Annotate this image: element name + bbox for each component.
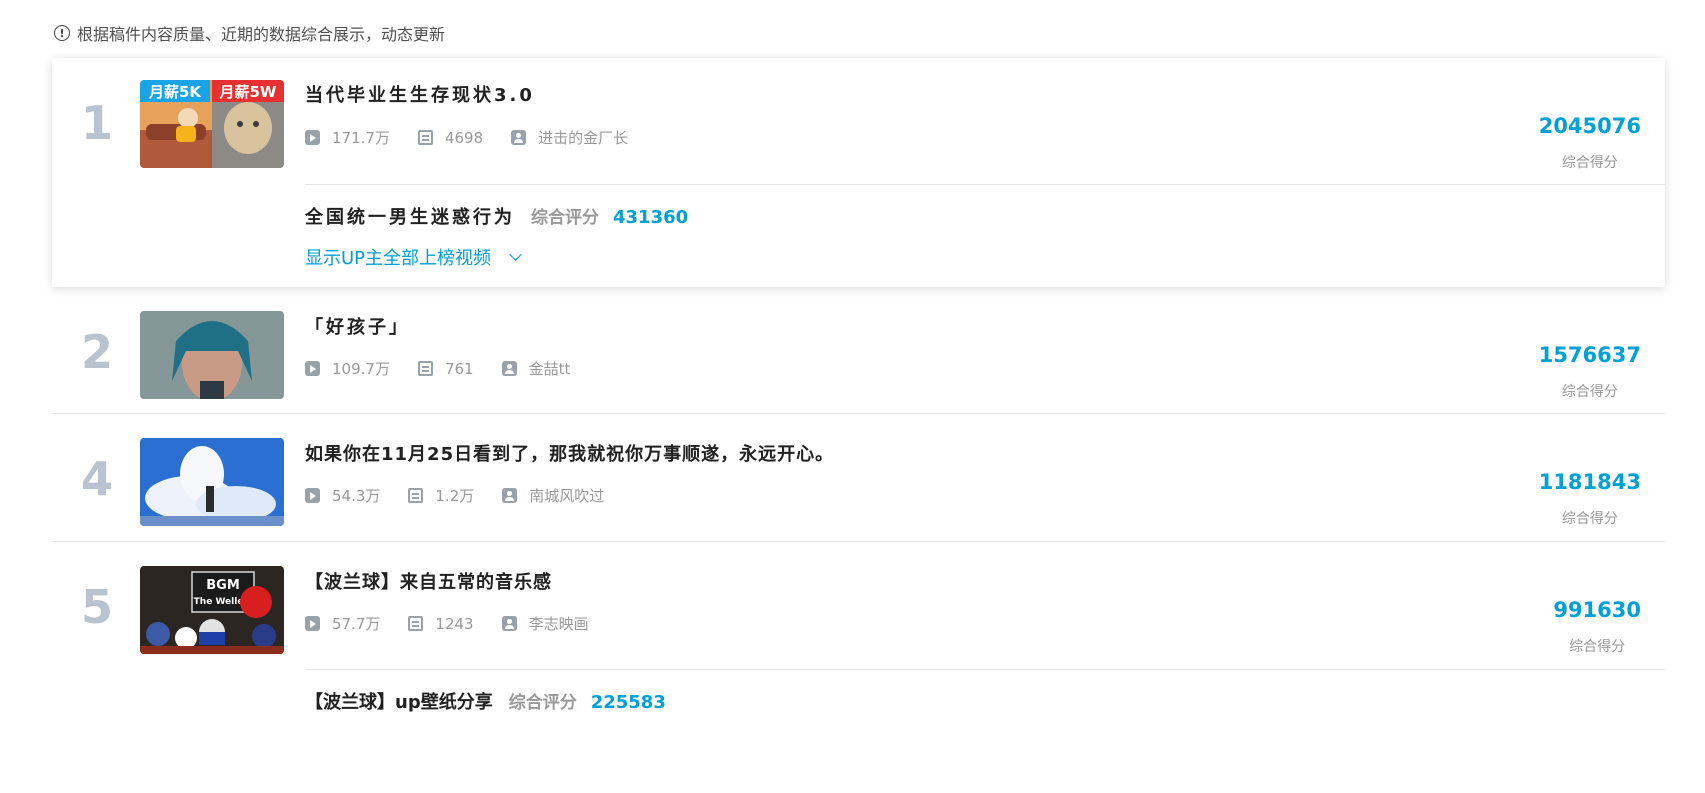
uploader-icon bbox=[511, 130, 527, 145]
chevron-down-icon bbox=[509, 247, 522, 261]
danmaku-count: 761 bbox=[444, 359, 474, 378]
danmaku-icon bbox=[417, 130, 433, 145]
score-label: 综合得分 bbox=[1561, 384, 1618, 400]
video-meta: 54.3万 1.2万 南城风吹过 bbox=[305, 485, 632, 506]
uploader-name[interactable]: 金喆tt bbox=[529, 358, 571, 379]
uploader-icon bbox=[501, 616, 517, 631]
danmaku-count: 1.2万 bbox=[435, 487, 475, 505]
show-all-up-videos-button[interactable]: 显示UP主全部上榜视频 bbox=[305, 244, 522, 270]
uploader-icon bbox=[502, 488, 518, 503]
danmaku-icon bbox=[408, 616, 424, 631]
other-video-score-label: 综合评分 bbox=[508, 693, 577, 713]
info-circle-icon: ! bbox=[54, 25, 70, 41]
video-meta: 57.7万 1243 李志映画 bbox=[305, 613, 617, 634]
play-count: 109.7万 bbox=[332, 360, 390, 378]
divider bbox=[305, 669, 1665, 670]
video-thumbnail[interactable] bbox=[140, 311, 284, 399]
thumb-badge-left: 月薪5K bbox=[148, 83, 202, 101]
danmaku-icon bbox=[417, 361, 433, 376]
rank-item-5[interactable]: 5 BGM The Wellerr 【波兰球】来自五常的音乐感 57.7万 12… bbox=[52, 542, 1665, 793]
rank-item-4[interactable]: 4 如果你在11月25日看到了，那我就祝你万事顺遂，永远开心。 54.3万 1.… bbox=[52, 414, 1665, 542]
score-label: 综合得分 bbox=[1561, 155, 1618, 171]
danmaku-icon bbox=[408, 488, 424, 503]
ranking-notice: ! 根据稿件内容质量、近期的数据综合展示，动态更新 bbox=[54, 22, 445, 44]
uploader-name[interactable]: 进击的金厂长 bbox=[538, 127, 628, 148]
play-count: 54.3万 bbox=[332, 487, 381, 505]
other-video-title[interactable]: 全国统一男生迷惑行为 bbox=[305, 203, 515, 229]
other-video-score: 431360 bbox=[613, 207, 689, 228]
play-count-icon bbox=[305, 130, 320, 145]
video-title[interactable]: 【波兰球】来自五常的音乐感 bbox=[305, 568, 552, 594]
rank-number: 5 bbox=[80, 580, 113, 634]
video-thumbnail[interactable] bbox=[140, 438, 284, 526]
play-count-icon bbox=[305, 361, 320, 376]
other-video-title[interactable]: 【波兰球】up壁纸分享 bbox=[305, 688, 493, 714]
score-block: 991630 综合得分 bbox=[1553, 598, 1641, 656]
play-count: 171.7万 bbox=[332, 129, 390, 147]
rank-number: 1 bbox=[80, 96, 113, 150]
score-value: 1576637 bbox=[1538, 343, 1641, 367]
video-title[interactable]: 当代毕业生生存现状3.0 bbox=[305, 81, 535, 107]
score-block: 2045076 综合得分 bbox=[1539, 114, 1641, 172]
thumb-badge-bgm: BGM bbox=[206, 578, 240, 593]
play-count-icon bbox=[305, 616, 320, 631]
video-thumbnail[interactable]: BGM The Wellerr bbox=[140, 566, 284, 654]
score-block: 1576637 综合得分 bbox=[1539, 343, 1641, 401]
show-more-label: 显示UP主全部上榜视频 bbox=[305, 248, 492, 269]
other-video[interactable]: 【波兰球】up壁纸分享 综合评分 225583 bbox=[305, 688, 666, 714]
uploader-name[interactable]: 李志映画 bbox=[529, 613, 589, 634]
rank-item-1[interactable]: 1 月薪5K 月薪5W 当代毕业生生存现状3.0 171.7万 4698 进击的… bbox=[52, 58, 1665, 287]
divider bbox=[305, 184, 1665, 185]
video-thumbnail[interactable]: 月薪5K 月薪5W bbox=[140, 80, 284, 168]
score-value: 2045076 bbox=[1538, 114, 1641, 138]
score-label: 综合得分 bbox=[1561, 511, 1618, 527]
video-title[interactable]: 「好孩子」 bbox=[305, 313, 410, 339]
score-label: 综合得分 bbox=[1569, 639, 1626, 655]
video-meta: 171.7万 4698 进击的金厂长 bbox=[305, 127, 656, 148]
score-value: 1181843 bbox=[1538, 470, 1641, 494]
video-meta: 109.7万 761 金喆tt bbox=[305, 358, 598, 379]
video-title[interactable]: 如果你在11月25日看到了，那我就祝你万事顺遂，永远开心。 bbox=[305, 440, 834, 466]
danmaku-count: 1243 bbox=[435, 614, 474, 633]
score-block: 1181843 综合得分 bbox=[1539, 470, 1641, 528]
score-value: 991630 bbox=[1553, 598, 1641, 622]
other-video-score: 225583 bbox=[590, 692, 666, 713]
other-video[interactable]: 全国统一男生迷惑行为 综合评分 431360 bbox=[305, 203, 688, 229]
play-count: 57.7万 bbox=[332, 615, 381, 633]
rank-item-2[interactable]: 2 「好孩子」 109.7万 761 金喆tt 1576637 综合得分 bbox=[52, 287, 1665, 414]
thumb-badge-right: 月薪5W bbox=[219, 83, 277, 101]
uploader-name[interactable]: 南城风吹过 bbox=[529, 485, 604, 506]
notice-text: 根据稿件内容质量、近期的数据综合展示，动态更新 bbox=[77, 25, 446, 44]
danmaku-count: 4698 bbox=[444, 128, 484, 147]
play-count-icon bbox=[305, 488, 320, 503]
other-video-score-label: 综合评分 bbox=[531, 208, 599, 228]
rank-number: 4 bbox=[80, 452, 113, 506]
rank-number: 2 bbox=[80, 325, 113, 379]
uploader-icon bbox=[501, 361, 517, 376]
